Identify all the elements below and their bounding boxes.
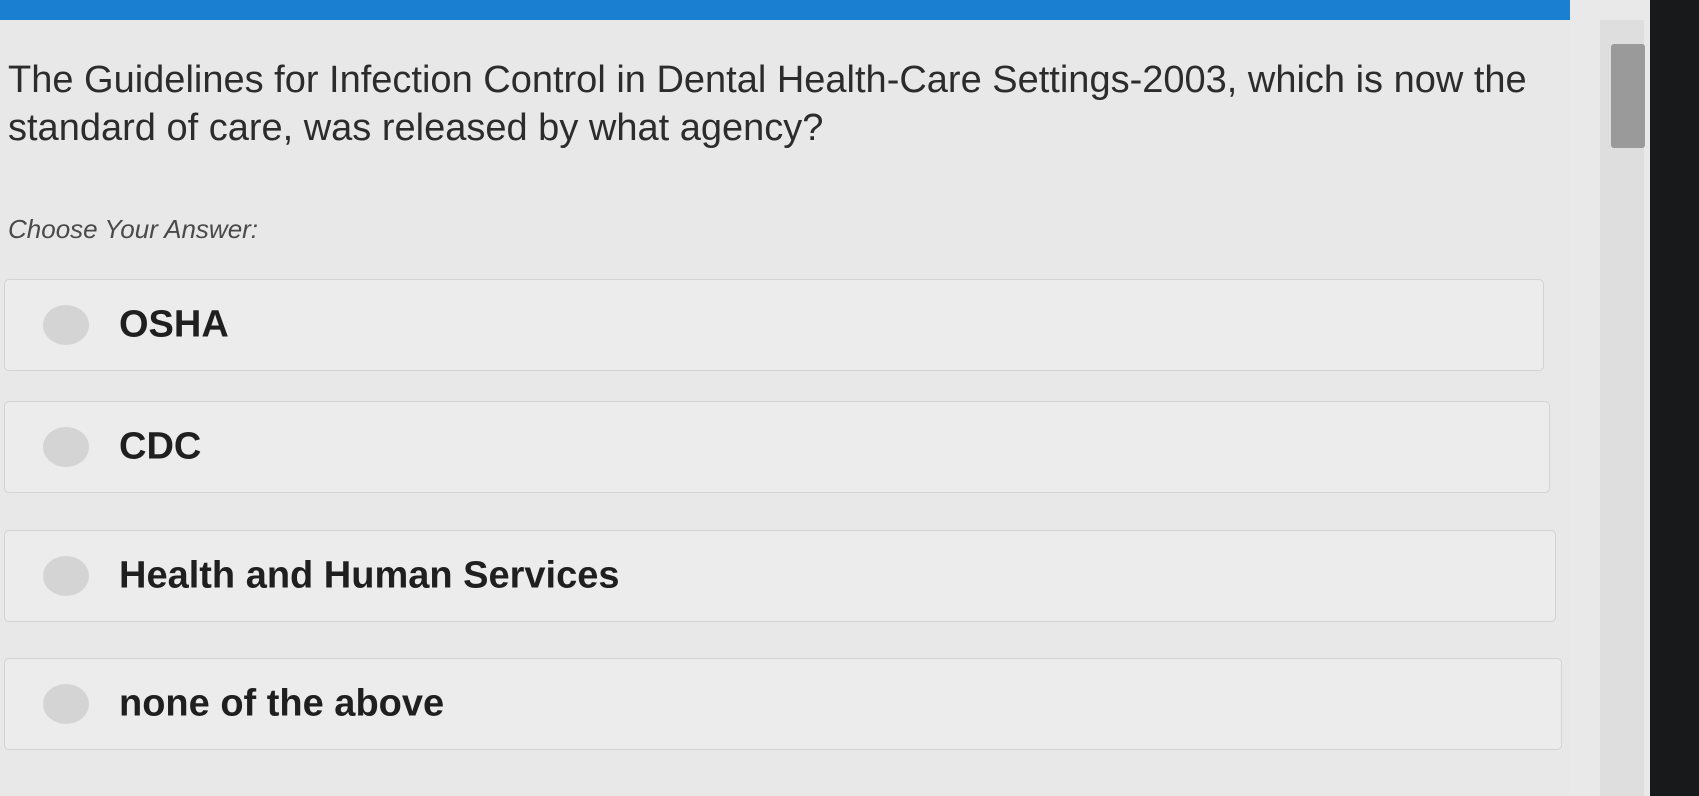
choose-answer-label: Choose Your Answer:	[8, 214, 259, 244]
radio-button[interactable]	[43, 427, 89, 467]
answer-option-cdc[interactable]: CDC	[4, 401, 1550, 493]
answer-option-label: none of the above	[119, 682, 445, 725]
answer-option-label: OSHA	[119, 303, 229, 346]
question-text: The Guidelines for Infection Control in …	[8, 59, 1527, 149]
radio-button[interactable]	[43, 684, 89, 724]
quiz-content: The Guidelines for Infection Control in …	[0, 20, 1570, 796]
answer-option-osha[interactable]: OSHA	[4, 279, 1544, 371]
scrollbar-thumb[interactable]	[1611, 44, 1645, 148]
radio-button[interactable]	[43, 305, 89, 345]
answer-option-label: Health and Human Services	[119, 554, 620, 597]
answer-option-none[interactable]: none of the above	[4, 658, 1562, 750]
answer-option-label: CDC	[119, 425, 202, 468]
quiz-screen: The Guidelines for Infection Control in …	[0, 0, 1650, 796]
answer-option-hhs[interactable]: Health and Human Services	[4, 530, 1556, 622]
monitor-bezel	[1650, 0, 1699, 796]
header-accent-bar	[0, 0, 1570, 20]
radio-button[interactable]	[43, 556, 89, 596]
